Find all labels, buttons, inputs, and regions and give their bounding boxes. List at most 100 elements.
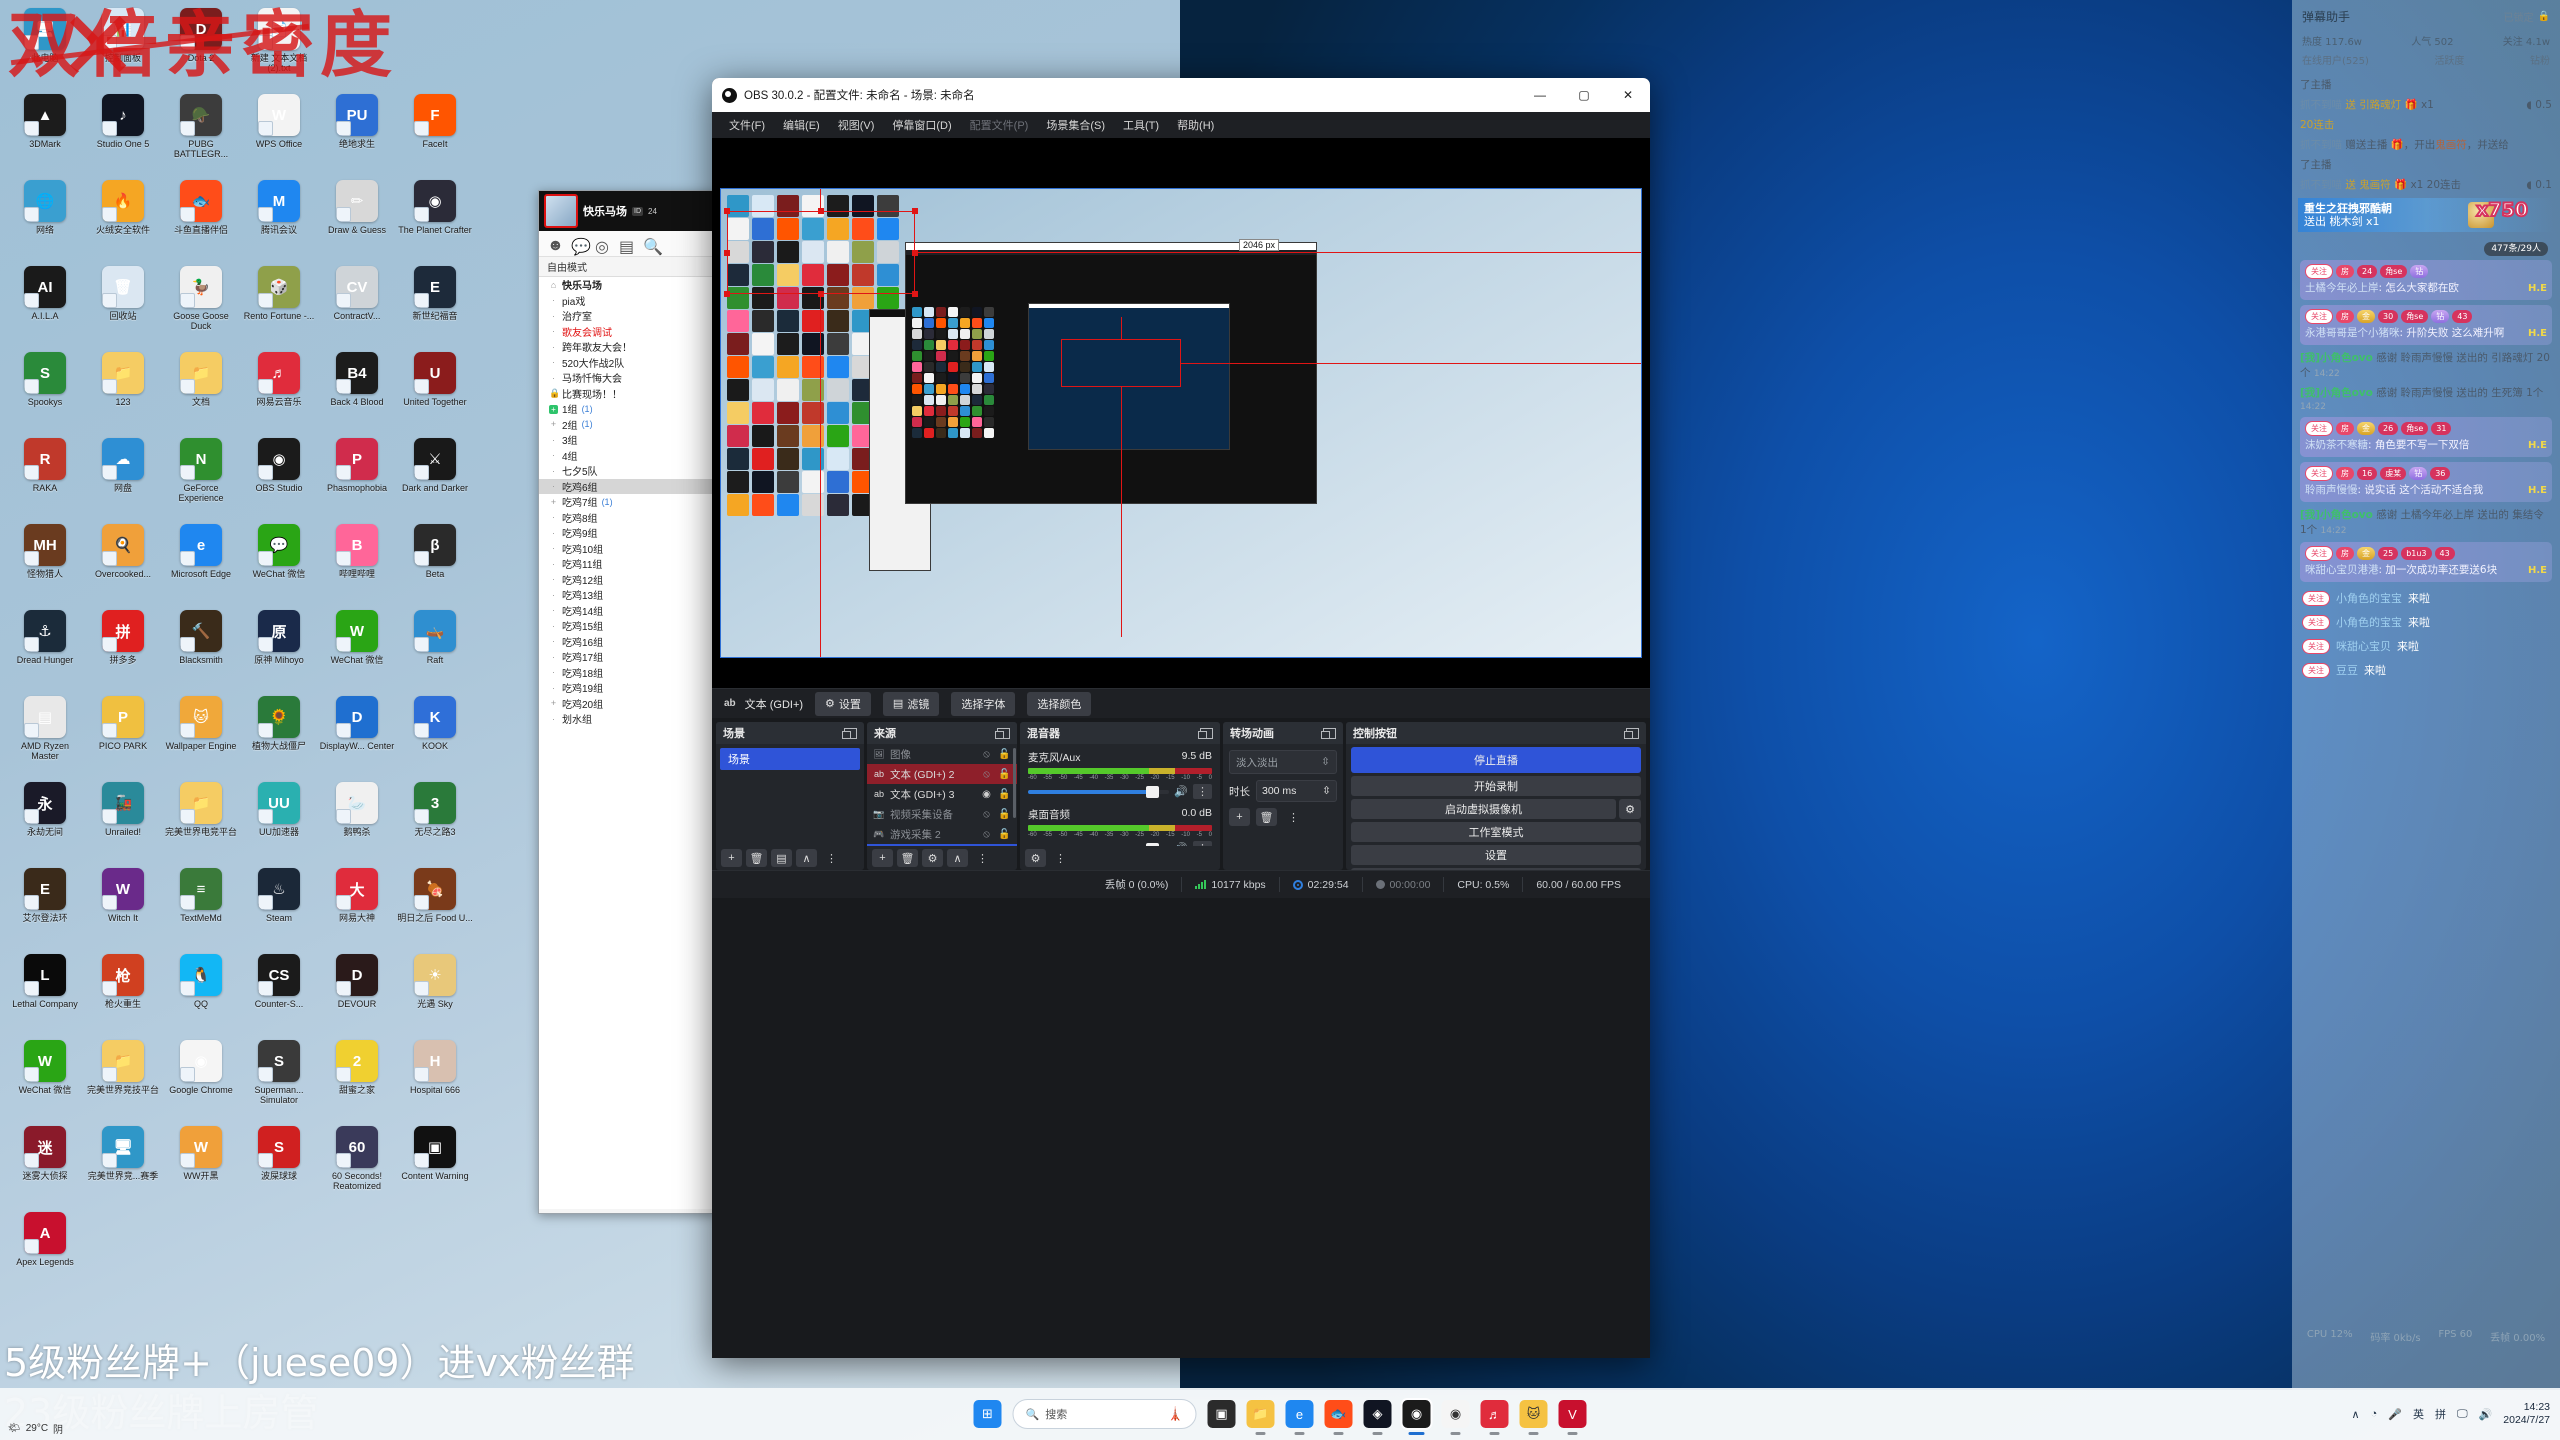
network-icon[interactable]: ◔ xyxy=(2371,1408,2378,1420)
popout-icon[interactable] xyxy=(1624,727,1639,739)
visibility-icon[interactable]: ⦸ xyxy=(980,749,993,760)
room-list-item[interactable]: · 治疗室 xyxy=(539,308,715,324)
desktop-icon[interactable]: 原原神 Mihoyo xyxy=(240,606,318,690)
desktop-icon[interactable]: W Witch It xyxy=(84,864,162,948)
visibility-icon[interactable]: ⦸ xyxy=(980,829,993,840)
desktop-icon[interactable]: N GeForce Experience xyxy=(162,434,240,518)
obs-preview-canvas[interactable]: 2046 px xyxy=(712,138,1650,688)
transition-select[interactable]: 淡入淡出 ⇳ xyxy=(1229,750,1337,774)
desktop-icon[interactable]: 🗑 回收站 xyxy=(84,262,162,346)
desktop-icon[interactable]: ✏ Draw & Guess xyxy=(318,176,396,260)
user-join-message[interactable]: 关注 豆豆 来啦 xyxy=(2302,662,2550,678)
system-tray[interactable]: ∧ ◔ 🎤 英 拼 🖵 🔊 14:23 2024/7/27 xyxy=(2352,1401,2550,1427)
desktop-icon[interactable]: 🪖 PUBG BATTLEGR... xyxy=(162,90,240,174)
control-button[interactable]: 工作室模式 xyxy=(1351,822,1641,842)
desktop-icon[interactable]: 🐱 Wallpaper Engine xyxy=(162,692,240,776)
display-icon[interactable]: 🖵 xyxy=(2457,1408,2468,1421)
follow-badge[interactable]: 关注 xyxy=(2302,590,2330,606)
obs-menubar[interactable]: 文件(F) 编辑(E) 视图(V) 停靠窗口(D) 配置文件(P) 场景集合(S) 工具(T… xyxy=(712,112,1650,138)
menu-item[interactable]: 工具(T) xyxy=(1114,117,1168,133)
desktop-icon[interactable]: D Dota 2 xyxy=(162,4,240,88)
resize-handle-ml[interactable] xyxy=(724,250,730,256)
resize-handle-tc[interactable] xyxy=(818,208,824,214)
desktop-icon[interactable]: 🍳 Overcooked... xyxy=(84,520,162,604)
desktop-icon[interactable]: 📄新建 文本文档 (2).txt xyxy=(240,4,318,88)
gift-sender[interactable]: 抓不到喵 xyxy=(2300,139,2342,151)
scene-menu-button[interactable]: ⋮ xyxy=(821,849,842,867)
desktop-icon[interactable]: B 哔哩哔哩 xyxy=(318,520,396,604)
chat-username[interactable]: 咪甜心宝贝港港 xyxy=(2305,564,2379,576)
gift-open-message[interactable]: 抓不到喵 赠送主播 🎁，开出鬼画符，并送给 xyxy=(2300,138,2552,153)
scene-item[interactable]: 场景 xyxy=(720,748,860,770)
desktop-icon[interactable]: 🚂 Unrailed! xyxy=(84,778,162,862)
popout-icon[interactable] xyxy=(842,727,857,739)
desktop-icon[interactable]: 🦆 Goose Goose Duck xyxy=(162,262,240,346)
chat-message-card[interactable]: 关注房 24 角se 钻 H.E 土橘今年必上岸: 怎么大家都在欧 xyxy=(2300,260,2552,300)
desktop-icon[interactable]: W WeChat 微信 xyxy=(318,606,396,690)
room-list-item[interactable]: · 吃鸡19组 xyxy=(539,680,715,696)
menu-item[interactable]: 场景集合(S) xyxy=(1037,117,1114,133)
room-list-item[interactable]: · 吃鸡18组 xyxy=(539,665,715,681)
menu-item[interactable]: 配置文件(P) xyxy=(961,117,1038,133)
desktop-icon[interactable]: β Beta xyxy=(396,520,474,604)
move-source-button[interactable]: ∧ xyxy=(947,849,968,867)
resize-handle-mr[interactable] xyxy=(912,250,918,256)
room-list-item[interactable]: · 吃鸡9组 xyxy=(539,525,715,541)
desktop-icon[interactable]: ◉ Google Chrome xyxy=(162,1036,240,1120)
source-selection-box[interactable] xyxy=(727,211,915,294)
room-list-item[interactable]: 🔒 比赛现场！！ xyxy=(539,386,715,402)
source-toolbar[interactable]: ab 文本 (GDI+) ⚙ 设置 ▤ 滤镜 选择字体 选择颜色 xyxy=(712,688,1650,718)
remove-transition-button[interactable]: 🗑 xyxy=(1256,808,1277,826)
menu-item[interactable]: 帮助(H) xyxy=(1168,117,1223,133)
desktop-icon[interactable]: 🖥 完美世界竞...赛季 xyxy=(84,1122,162,1206)
desktop-icon[interactable]: U United Together xyxy=(396,348,474,432)
desktop-icon[interactable]: 🐧 QQ xyxy=(162,950,240,1034)
user-join-message[interactable]: 关注 咪甜心宝贝 来啦 xyxy=(2302,638,2550,654)
desktop-icon[interactable]: 🦢 鹅鸭杀 xyxy=(318,778,396,862)
gift-message[interactable]: 抓不到喵 送 鬼画符 🎁 x1 20连击 ◖ 0.1 xyxy=(2300,178,2552,193)
taskbar-netease-music[interactable]: ♬ xyxy=(1480,1400,1509,1435)
desktop-icon[interactable]: B4 Back 4 Blood xyxy=(318,348,396,432)
follow-badge[interactable]: 关注 xyxy=(2302,662,2330,678)
desktop-icon[interactable]: 枪枪火重生 xyxy=(84,950,162,1034)
resize-handle-tr[interactable] xyxy=(912,208,918,214)
visibility-icon[interactable]: ◉ xyxy=(980,789,993,800)
gift-sender[interactable]: 抓不到喵 xyxy=(2300,99,2342,111)
taskbar-edge[interactable]: e xyxy=(1285,1400,1314,1435)
add-scene-button[interactable]: + xyxy=(721,849,742,867)
menu-item[interactable]: 文件(F) xyxy=(720,117,774,133)
transitions-body[interactable]: 淡入淡出 ⇳ 时长 300 ms ⇳ + 🗑 ⋮ xyxy=(1223,744,1343,870)
control-button[interactable]: 退出 xyxy=(1351,868,1641,870)
select-font-button[interactable]: 选择字体 xyxy=(951,691,1016,716)
chat-message[interactable]: 20连击 xyxy=(2300,118,2552,133)
clock[interactable]: 14:23 2024/7/27 xyxy=(2503,1401,2550,1427)
desktop-icon[interactable]: 🔨 Blacksmith xyxy=(162,606,240,690)
desktop-icon[interactable]: ♨ Steam xyxy=(240,864,318,948)
room-list-item[interactable]: · 马场忏悔大会 xyxy=(539,370,715,386)
room-list-item[interactable]: · 歌友会调试 xyxy=(539,324,715,340)
desktop-icon[interactable]: F FaceIt xyxy=(396,90,474,174)
room-list-item[interactable]: · 4组 xyxy=(539,448,715,464)
desktop-icon[interactable]: ☀ 光遇 Sky xyxy=(396,950,474,1034)
join-username[interactable]: 咪甜心宝贝 xyxy=(2336,638,2391,654)
volume-slider[interactable] xyxy=(1028,785,1170,798)
chat-username[interactable]: 沫奶茶不寒糖 xyxy=(2305,439,2368,451)
taskbar-douyu[interactable]: 🐟 xyxy=(1324,1400,1353,1435)
room-list-item[interactable]: · 吃鸡8组 xyxy=(539,510,715,526)
follow-badge[interactable]: 关注 xyxy=(2302,614,2330,630)
desktop-icon[interactable]: E 艾尔登法环 xyxy=(6,864,84,948)
desktop-icon[interactable]: ▲ 3DMark xyxy=(6,90,84,174)
taskbar-wallpaper-engine[interactable]: ◈ xyxy=(1363,1400,1392,1435)
desktop-icon[interactable]: D DEVOUR xyxy=(318,950,396,1034)
desktop-icon[interactable]: ⚔ Dark and Darker xyxy=(396,434,474,518)
desktop-icon[interactable]: UU UU加速器 xyxy=(240,778,318,862)
taskbar-chrome[interactable]: ◉ xyxy=(1441,1400,1470,1435)
desktop-icon[interactable]: AI A.I.L.A xyxy=(6,262,84,346)
controls-buttons[interactable]: 停止直播开始录制启动虚拟摄像机⚙ 工作室模式设置退出 xyxy=(1346,744,1646,870)
sources-footer[interactable]: + 🗑 ⚙ ∧ ⋮ xyxy=(867,846,1017,870)
join-username[interactable]: 小角色的宝宝 xyxy=(2336,614,2402,630)
desktop-icon[interactable]: 🐟 斗鱼直播伴侣 xyxy=(162,176,240,260)
system-thanks-message[interactable]: [我]小角色ovo 感谢 聆雨声慢慢 送出的 生死簿 1个 14:22 xyxy=(2300,385,2552,412)
scenes-footer[interactable]: + 🗑 ▤ ∧ ⋮ xyxy=(716,846,864,870)
transitions-footer[interactable]: + 🗑 ⋮ xyxy=(1229,808,1337,826)
